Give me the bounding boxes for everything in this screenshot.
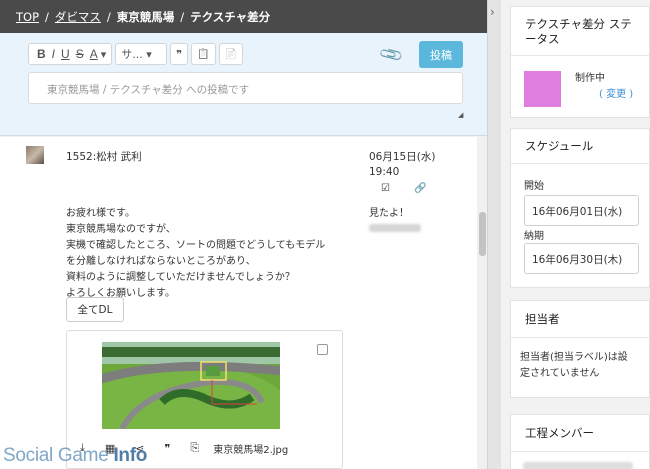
feed-scrollbar[interactable] [477,137,487,469]
quote-icon: ❞ [176,47,183,61]
post-line: お疲れ様です。 [66,208,135,219]
post-timestamp: 06月15日(水) 19:40 [369,150,435,180]
status-title: テクスチャ差分 ステ [525,17,632,31]
font-size-select[interactable]: サ... ▾ [115,43,168,65]
editor-toolbar: B I U S A ▾ サ... ▾ ❞ 📋 📄 [28,43,244,65]
attachment-filename[interactable]: 東京競馬場2.jpg [213,441,288,456]
member-blurred [523,462,633,469]
post-input[interactable]: 東京競馬場 / テクスチャ差分 への投稿です [28,72,463,104]
avatar[interactable] [26,146,44,164]
chevron-right-icon: › [490,5,495,19]
post-date: 06月15日(水) [369,151,436,163]
status-panel: テクスチャ差分 ステ ータス 制作中 ( 変更 ) [510,6,650,118]
breadcrumb-task: テクスチャ差分 [190,9,271,24]
attachment-checkbox[interactable] [317,344,328,355]
breadcrumb-project-link[interactable]: ダビマス [55,9,101,25]
italic-button[interactable]: I [52,47,55,61]
text-color-button[interactable]: A ▾ [87,47,107,61]
resize-handle-icon[interactable]: ◢ [458,111,463,119]
template-button[interactable]: 📄 [218,43,244,65]
paperclip-icon[interactable]: 📎 [377,41,404,68]
post-body: お疲れ様です。 東京競馬場なのですが、 実機で確認したところ、ソートの問題でどう… [66,206,325,302]
link-icon[interactable]: 🔗 [414,183,426,194]
reply-text: 見たよ！ [369,208,409,219]
breadcrumb: TOP / ダビマス / 東京競馬場 / テクスチャ差分 [0,0,487,33]
quote-icon[interactable]: ❞ [165,442,171,455]
post-line: を分離しなければならないところがあり、 [66,256,256,267]
post-time: 19:40 [369,166,400,178]
reply-comment: 見たよ！ [369,206,421,238]
due-date-field[interactable]: 16年06月30日(木) [524,243,639,274]
feed-scrollbar-thumb[interactable] [479,212,486,256]
reply-author-blurred [369,224,421,232]
due-label: 納期 [524,231,544,242]
assignee-title: 担当者 [525,312,560,326]
sidebar-toggle[interactable]: › [487,0,501,469]
breadcrumb-area: 東京競馬場 [116,9,175,24]
members-title: 工程メンバー [525,426,594,440]
status-color-swatch [524,71,561,107]
breadcrumb-separator: / [45,9,49,24]
download-all-button[interactable]: 全てDL [66,297,124,322]
bold-button[interactable]: B [37,47,46,61]
quote-button[interactable]: ❞ [170,43,189,65]
breadcrumb-top-link[interactable]: TOP [16,10,39,24]
post-line: 資料のように調整していただけませんでしょうか？ [66,272,295,283]
breadcrumb-separator: / [106,9,111,24]
watermark-logo: Social Game Info [3,445,148,466]
post-line: 実機で確認したところ、ソートの問題でどうしてもモデル [66,240,326,251]
copy-icon[interactable]: ⎘ [190,441,199,455]
underline-button[interactable]: U [61,47,70,61]
schedule-panel: スケジュール 開始 16年06月01日(水) 納期 16年06月30日(木) [510,128,650,288]
strikethrough-button[interactable]: S [76,47,84,61]
assignee-empty-text: 担当者(担当ラベル)は設 定されていません [520,352,628,379]
start-label: 開始 [524,181,544,192]
start-date-field[interactable]: 16年06月01日(水) [524,195,639,226]
format-group: B I U S A ▾ [28,43,113,65]
status-change-link[interactable]: ( 変更 ) [599,85,633,100]
clipboard-icon: 📋 [197,48,210,60]
post-composer: B I U S A ▾ サ... ▾ ❞ 📋 📄 📎 投稿 東京競馬場 / テクス… [0,33,487,136]
document-icon: 📄 [224,48,238,60]
post-button[interactable]: 投稿 [419,41,463,68]
schedule-title: スケジュール [525,139,594,153]
post-author: 1552:松村 武利 [66,151,142,163]
status-text: 制作中 [575,73,605,84]
members-panel: 工程メンバー [510,414,650,469]
assignee-panel: 担当者 担当者(担当ラベル)は設 定されていません [510,300,650,398]
breadcrumb-separator: / [180,9,185,24]
checkmark-icon[interactable]: ☑ [381,183,390,194]
attachment-thumbnail[interactable] [102,342,280,429]
post-line: 東京競馬場なのですが、 [66,224,176,235]
paste-button[interactable]: 📋 [191,43,216,65]
